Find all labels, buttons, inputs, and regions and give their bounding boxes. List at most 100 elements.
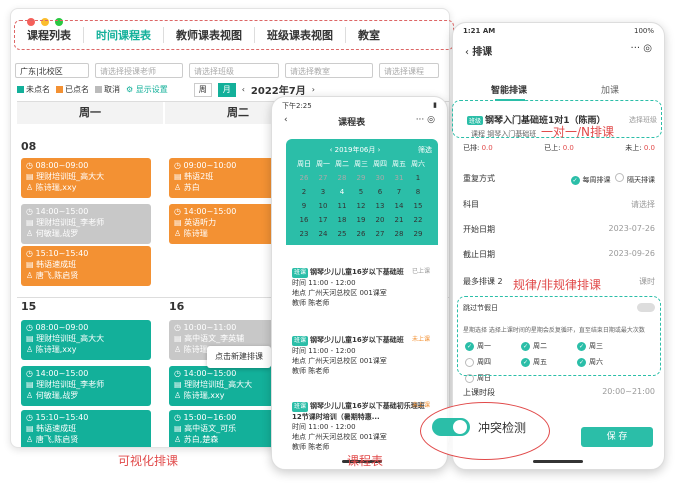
lesson-place: 地点 广州天河总校区 001课室 (292, 433, 387, 441)
back-icon[interactable]: ‹ 排课 (465, 43, 492, 58)
month-view-button[interactable]: 月 (217, 82, 236, 97)
day-cell[interactable]: 21 (391, 216, 407, 224)
day-cell[interactable]: 1 (410, 174, 426, 182)
event-teacher: 苏白 (183, 183, 200, 192)
day-cell[interactable]: 10 (315, 202, 331, 210)
day-cell[interactable]: 25 (334, 230, 350, 238)
lesson-card[interactable]: 班课 钢琴少儿儿童16岁以下基础班 已上课 时间 11:00 - 12:00 地点 广州… (292, 267, 430, 308)
book-icon: ▤ (26, 424, 37, 433)
subject-row[interactable]: 科目 请选择 (463, 199, 655, 210)
day-cell[interactable]: 28 (334, 174, 350, 182)
lesson-time: 时间 11:00 - 12:00 (292, 423, 356, 431)
tab-time-schedule[interactable]: 时间课程表 (84, 27, 164, 43)
clock-icon: ◷ (174, 207, 184, 216)
day-cell[interactable]: 19 (353, 216, 369, 224)
schedule-event[interactable]: ◷ 15:10~15:40 ▤ 韩语速成班 ♙ 唐飞,陈启贤 (21, 410, 151, 447)
day-cell[interactable]: 16 (296, 216, 312, 224)
day-cell[interactable]: 20 (372, 216, 388, 224)
month-picker[interactable]: ‹ 2019年06月 › (330, 145, 381, 155)
teacher-select[interactable]: 请选择授课老师 (95, 63, 183, 78)
event-teacher: 唐飞,陈启贤 (35, 435, 79, 444)
course-select[interactable]: 请选择课程 (379, 63, 439, 78)
end-date-row[interactable]: 截止日期 2023-09-26 (463, 249, 655, 260)
day-cell[interactable]: 3 (315, 188, 331, 196)
lesson-time: 时间 11:00 - 12:00 (292, 347, 356, 355)
day-cell[interactable]: 31 (391, 174, 407, 182)
day-cell[interactable]: 13 (372, 202, 388, 210)
tab-add[interactable]: 加课 (601, 83, 619, 96)
prev-month-icon[interactable]: ‹ (242, 85, 245, 94)
day-cell[interactable]: 2 (296, 188, 312, 196)
event-title: 英语听力 (184, 218, 217, 227)
date-cell: 16 (169, 300, 185, 313)
tab-smart[interactable]: 智能排课 (491, 83, 527, 96)
day-cell[interactable]: 18 (334, 216, 350, 224)
display-settings-button[interactable]: ⚙ 显示设置 (126, 84, 168, 95)
schedule-event[interactable]: ◷ 08:00~09:00 ▤ 理财培训班_高大大 ♙ 陈诗瑞,xxy (21, 320, 151, 360)
user-icon: ♙ (174, 183, 184, 192)
schedule-event[interactable]: ◷ 08:00~09:00 ▤ 理财培训班_高大大 ♙ 陈诗瑞,xxy (21, 158, 151, 198)
lesson-title: 钢琴少儿儿童16岁以下基础班 (310, 336, 404, 344)
event-time: 15:00~16:00 (183, 413, 237, 422)
tab-teacher-view[interactable]: 教师课表视图 (164, 27, 255, 43)
lesson-card[interactable]: 班课 钢琴少儿儿童16岁以下基础初乐理班12节课时培训（暑期特惠... 未上课 时间 … (292, 401, 430, 452)
caption-visual: 可视化排课 (118, 454, 179, 468)
more-icon[interactable]: ··· ◎ (631, 43, 652, 58)
user-icon: ♙ (26, 229, 36, 238)
day-cell[interactable]: 26 (353, 230, 369, 238)
slot-row[interactable]: 上课时段 20:00~21:00 (463, 387, 655, 398)
day-cell[interactable]: 27 (372, 230, 388, 238)
campus-select[interactable]: 广东|北校区 (15, 63, 89, 78)
next-month-icon[interactable]: › (312, 85, 315, 94)
lesson-status: 未上课 (411, 336, 430, 343)
back-icon[interactable]: ‹ (284, 115, 288, 128)
day-cell[interactable]: 28 (391, 230, 407, 238)
tab-course-list[interactable]: 课程列表 (15, 27, 84, 43)
day-cell[interactable]: 29 (353, 174, 369, 182)
day-cell[interactable]: 5 (353, 188, 369, 196)
filter-button[interactable]: 筛选 (418, 145, 432, 155)
book-icon: ▤ (26, 172, 37, 181)
page-title: 课程表 (338, 118, 366, 128)
repeat-row[interactable]: 重复方式 ✓ 每周排课 隔天排课 (463, 173, 655, 185)
day-cell[interactable]: 9 (296, 202, 312, 210)
lesson-card[interactable]: 班课 钢琴少儿儿童16岁以下基础班 未上课 时间 11:00 - 12:00 地点 广州… (292, 335, 430, 376)
save-button[interactable]: 保 存 (581, 427, 653, 447)
day-cell[interactable]: 15 (410, 202, 426, 210)
new-schedule-tooltip[interactable]: 点击新建排课 (207, 346, 271, 368)
event-time: 09:00~10:00 (183, 161, 237, 170)
tab-class-view[interactable]: 班级课表视图 (255, 27, 346, 43)
day-cell[interactable]: 30 (372, 174, 388, 182)
room-select[interactable]: 请选择教室 (285, 63, 373, 78)
day-cell[interactable]: 24 (315, 230, 331, 238)
conflict-label: 冲突检测 (478, 421, 527, 435)
day-cell[interactable]: 23 (296, 230, 312, 238)
day-cell[interactable]: 22 (410, 216, 426, 224)
weekday: 周六 (411, 160, 425, 168)
day-cell[interactable]: 7 (391, 188, 407, 196)
class-select[interactable]: 请选择班级 (189, 63, 279, 78)
clock-icon: ◷ (174, 323, 184, 332)
week-view-button[interactable]: 周 (193, 82, 212, 97)
lesson-teacher: 教师 陈老师 (292, 367, 330, 375)
day-cell[interactable]: 8 (410, 188, 426, 196)
day-cell[interactable]: 17 (315, 216, 331, 224)
tab-room-view[interactable]: 教室 (346, 27, 392, 43)
weekday: 周一 (316, 160, 330, 168)
schedule-event[interactable]: ◷ 14:00~15:00 ▤ 理财培训班_李老师 ♙ 何敏瑞,战罗 (21, 366, 151, 406)
day-cell[interactable]: 26 (296, 174, 312, 182)
schedule-event[interactable]: ◷ 15:10~15:40 ▤ 韩语速成班 ♙ 唐飞,陈启贤 (21, 246, 151, 286)
more-icon[interactable]: ··· ◎ (416, 115, 435, 128)
day-cell[interactable]: 14 (391, 202, 407, 210)
day-cell[interactable]: 4 (334, 188, 350, 196)
day-cell[interactable]: 27 (315, 174, 331, 182)
day-cell[interactable]: 6 (372, 188, 388, 196)
chevron-right-icon[interactable]: › (375, 146, 381, 154)
day-cell[interactable]: 12 (353, 202, 369, 210)
legend-unbooked: 未点名 (17, 84, 50, 95)
schedule-event[interactable]: ◷ 14:00~15:00 ▤ 理财培训班_李老师 ♙ 何敏瑞,战罗 (21, 204, 151, 244)
day-cell[interactable]: 11 (334, 202, 350, 210)
day-cell[interactable]: 29 (410, 230, 426, 238)
conflict-toggle[interactable] (432, 418, 470, 436)
start-date-row[interactable]: 开始日期 2023-07-26 (463, 224, 655, 235)
